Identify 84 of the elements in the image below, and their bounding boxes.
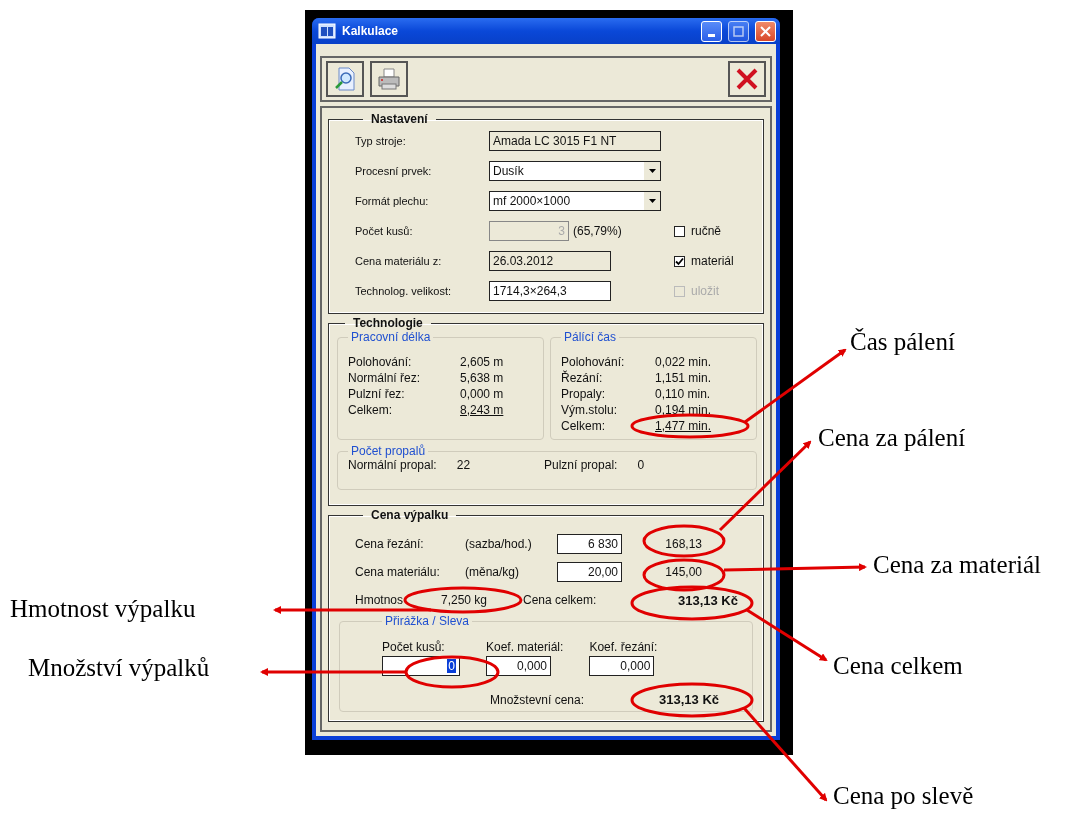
subgroup-title: Pracovní délka — [350, 330, 432, 344]
row-label: Hmotnos — [355, 593, 405, 607]
field-label: Procesní prvek: — [355, 165, 433, 177]
field-label: Formát plechu: — [355, 195, 430, 207]
row-value: 0 — [637, 458, 645, 472]
row-label: Řezání: — [561, 371, 604, 385]
unit-label: (sazba/hod.) — [465, 537, 533, 551]
input-field[interactable]: 0,000 — [589, 656, 655, 676]
group-title: Cena výpalku — [370, 508, 450, 522]
callout-label: Hmotnost výpalku — [10, 595, 196, 623]
row-label: Pulzní řez: — [348, 387, 406, 401]
dropdown[interactable]: Dusík — [489, 161, 661, 181]
subgroup-title: Pálící čas — [563, 330, 618, 344]
minimize-button[interactable] — [701, 20, 722, 42]
row-value: 1,477 min. — [655, 419, 713, 433]
row-label: Vým.stolu: — [561, 403, 618, 417]
row-label: Polohování: — [561, 355, 626, 369]
unit-label: (měna/kg) — [465, 565, 521, 579]
callout-label: Čas pálení — [850, 328, 955, 356]
close-icon — [760, 25, 771, 37]
input-field[interactable]: 0,000 — [486, 656, 551, 676]
row-value: 0,110 min. — [655, 387, 712, 401]
row-label: Množstevní cena: — [490, 692, 585, 707]
window-title: Kalkulace — [342, 24, 400, 38]
row-value: 0,000 m — [460, 387, 505, 401]
subgroup-title: Přirážka / Sleva — [384, 614, 471, 628]
maximize-button[interactable] — [728, 20, 749, 42]
field-label: Počet kusů: — [355, 225, 414, 237]
group-title: Nastavení — [370, 112, 429, 126]
field-label: Typ stroje: — [355, 135, 407, 147]
callout-label: Cena za pálení — [818, 424, 966, 452]
maximize-icon — [733, 25, 744, 37]
close-button[interactable] — [728, 61, 766, 97]
row-label: Celkem: — [561, 419, 606, 433]
percentage-text: (65,79%) — [573, 224, 622, 238]
input-field[interactable]: 26.03.2012 — [489, 251, 611, 271]
row-label: Normální propal: — [348, 458, 437, 472]
price-value: 145,00 — [664, 565, 702, 579]
field-label: Cena materiálu z: — [355, 255, 443, 267]
checkbox[interactable]: ručně — [674, 224, 722, 238]
callout-label: Množství výpalků — [28, 654, 210, 682]
callout-label: Cena za materiál — [873, 551, 1041, 579]
checkmark-icon — [675, 256, 684, 266]
row-value: 8,243 m — [460, 403, 505, 417]
row-label: Propaly: — [561, 387, 607, 401]
minimize-icon — [708, 33, 715, 37]
subgroup-title: Počet propalů — [350, 444, 427, 458]
group-title: Technologie — [352, 316, 424, 330]
checkbox[interactable]: materiál — [674, 254, 734, 268]
callout-label: Cena po slevě — [833, 782, 974, 810]
row-value: 2,605 m — [460, 355, 505, 369]
row-value: 0,022 min. — [655, 355, 713, 369]
dropdown[interactable]: mf 2000×1000 — [489, 191, 661, 211]
field-label: Koef. řezání: — [589, 640, 658, 654]
weight-value: 7,250 kg — [441, 593, 489, 607]
input-field[interactable]: Amada LC 3015 F1 NT — [489, 131, 661, 151]
row-value: 22 — [456, 458, 471, 472]
field-label: Počet kusů: — [382, 640, 446, 654]
row-value: 5,638 m — [460, 371, 505, 385]
app-icon — [318, 23, 336, 39]
print-button[interactable] — [370, 61, 408, 97]
close-icon — [735, 67, 759, 91]
row-label: Celkem: — [348, 403, 393, 417]
row-label: Cena řezání: — [355, 537, 425, 551]
printer-icon — [376, 66, 402, 92]
input-field[interactable]: 6 830 — [557, 534, 622, 554]
dropdown-arrow-icon — [648, 169, 656, 173]
total-price: 313,13 Kč — [658, 692, 720, 707]
field-label: Technolog. velikost: — [355, 285, 452, 297]
row-value: 1,151 min. — [655, 371, 713, 385]
total-price: 313,13 Kč — [677, 592, 738, 608]
dropdown-arrow-icon — [648, 199, 656, 203]
row-label: Pulzní propal: — [544, 458, 618, 472]
input-field[interactable]: 20,00 — [557, 562, 622, 582]
price-value: 168,13 — [664, 537, 702, 551]
callout-label: Cena celkem — [833, 652, 963, 680]
row-value: 0,194 min. — [655, 403, 713, 417]
row-label: Cena materiálu: — [355, 565, 441, 579]
row-label: Normální řez: — [348, 371, 422, 385]
row-label: Polohování: — [348, 355, 413, 369]
row-label: Cena celkem: — [523, 593, 598, 607]
preview-button[interactable] — [326, 61, 364, 97]
input-field[interactable]: 1714,3×264,3 — [489, 281, 611, 301]
field-label: Koef. materiál: — [486, 640, 564, 654]
